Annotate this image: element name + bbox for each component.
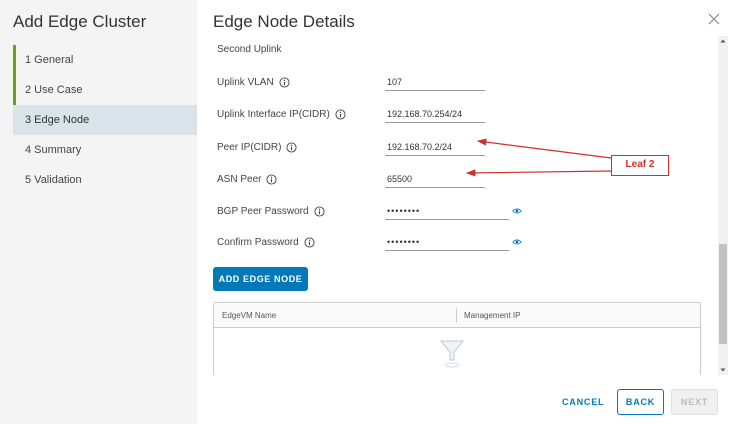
scroll-up-icon[interactable] [718, 36, 728, 46]
show-password-icon[interactable] [512, 206, 522, 216]
bgp-password-row: BGP Peer Password [217, 202, 697, 224]
edge-node-grid: EdgeVM Name Management IP [213, 302, 701, 375]
form-scroll-area: Second Uplink Uplink VLAN Uplink Interfa… [197, 36, 718, 375]
scrollbar[interactable] [718, 36, 728, 375]
step-edge-node[interactable]: 3 Edge Node [13, 105, 197, 135]
uplink-vlan-label: Uplink VLAN [217, 77, 290, 88]
info-icon[interactable] [279, 77, 290, 88]
info-icon[interactable] [304, 237, 315, 248]
section-heading: Second Uplink [217, 44, 282, 55]
column-header-edgevm-name[interactable]: EdgeVM Name [222, 311, 276, 320]
info-icon[interactable] [313, 206, 325, 217]
scrollbar-thumb[interactable] [719, 244, 727, 344]
info-icon[interactable] [335, 109, 346, 120]
uplink-vlan-input[interactable] [385, 73, 485, 91]
page-title: Edge Node Details [213, 12, 355, 31]
add-edge-node-button[interactable]: ADD EDGE NODE [213, 267, 308, 291]
grid-header: EdgeVM Name Management IP [214, 303, 700, 328]
info-icon[interactable] [266, 174, 278, 185]
uplink-ip-label-text: Uplink Interface IP(CIDR) [217, 109, 330, 120]
back-button[interactable]: BACK [617, 389, 664, 415]
annotation-callout: Leaf 2 [611, 155, 669, 176]
uplink-ip-row: Uplink Interface IP(CIDR) [217, 105, 697, 127]
bgp-password-input[interactable] [385, 202, 509, 220]
show-password-icon[interactable] [512, 237, 522, 247]
confirm-password-label-text: Confirm Password [217, 237, 299, 248]
asn-peer-label-text: ASN Peer [217, 174, 262, 185]
uplink-vlan-label-text: Uplink VLAN [217, 77, 274, 88]
column-header-management-ip[interactable]: Management IP [464, 311, 520, 320]
step-general[interactable]: 1 General [13, 45, 197, 75]
bgp-password-label: BGP Peer Password [217, 206, 325, 217]
confirm-password-row: Confirm Password [217, 233, 697, 255]
wizard-steps: 1 General 2 Use Case 3 Edge Node 4 Summa… [13, 45, 197, 195]
step-validation[interactable]: 5 Validation [13, 165, 197, 195]
confirm-password-input[interactable] [385, 233, 509, 251]
bgp-password-label-text: BGP Peer Password [217, 206, 309, 217]
asn-peer-label: ASN Peer [217, 174, 278, 185]
cancel-button[interactable]: CANCEL [562, 392, 604, 412]
peer-ip-label-text: Peer IP(CIDR) [217, 142, 282, 153]
next-button[interactable]: NEXT [671, 389, 718, 415]
confirm-password-label: Confirm Password [217, 237, 315, 248]
wizard-title: Add Edge Cluster [13, 12, 147, 31]
asn-peer-input[interactable] [385, 170, 485, 188]
peer-ip-label: Peer IP(CIDR) [217, 142, 297, 153]
column-divider[interactable] [456, 308, 457, 323]
uplink-ip-label: Uplink Interface IP(CIDR) [217, 109, 346, 120]
info-icon[interactable] [286, 142, 297, 153]
close-icon[interactable] [707, 12, 721, 26]
wizard-sidebar: Add Edge Cluster 1 General 2 Use Case 3 … [0, 0, 197, 424]
empty-grid-icon [439, 340, 465, 368]
step-use-case[interactable]: 2 Use Case [13, 75, 197, 105]
step-summary[interactable]: 4 Summary [13, 135, 197, 165]
peer-ip-input[interactable] [385, 138, 485, 156]
scroll-down-icon[interactable] [718, 365, 728, 375]
uplink-vlan-row: Uplink VLAN [217, 73, 697, 95]
uplink-ip-input[interactable] [385, 105, 485, 123]
